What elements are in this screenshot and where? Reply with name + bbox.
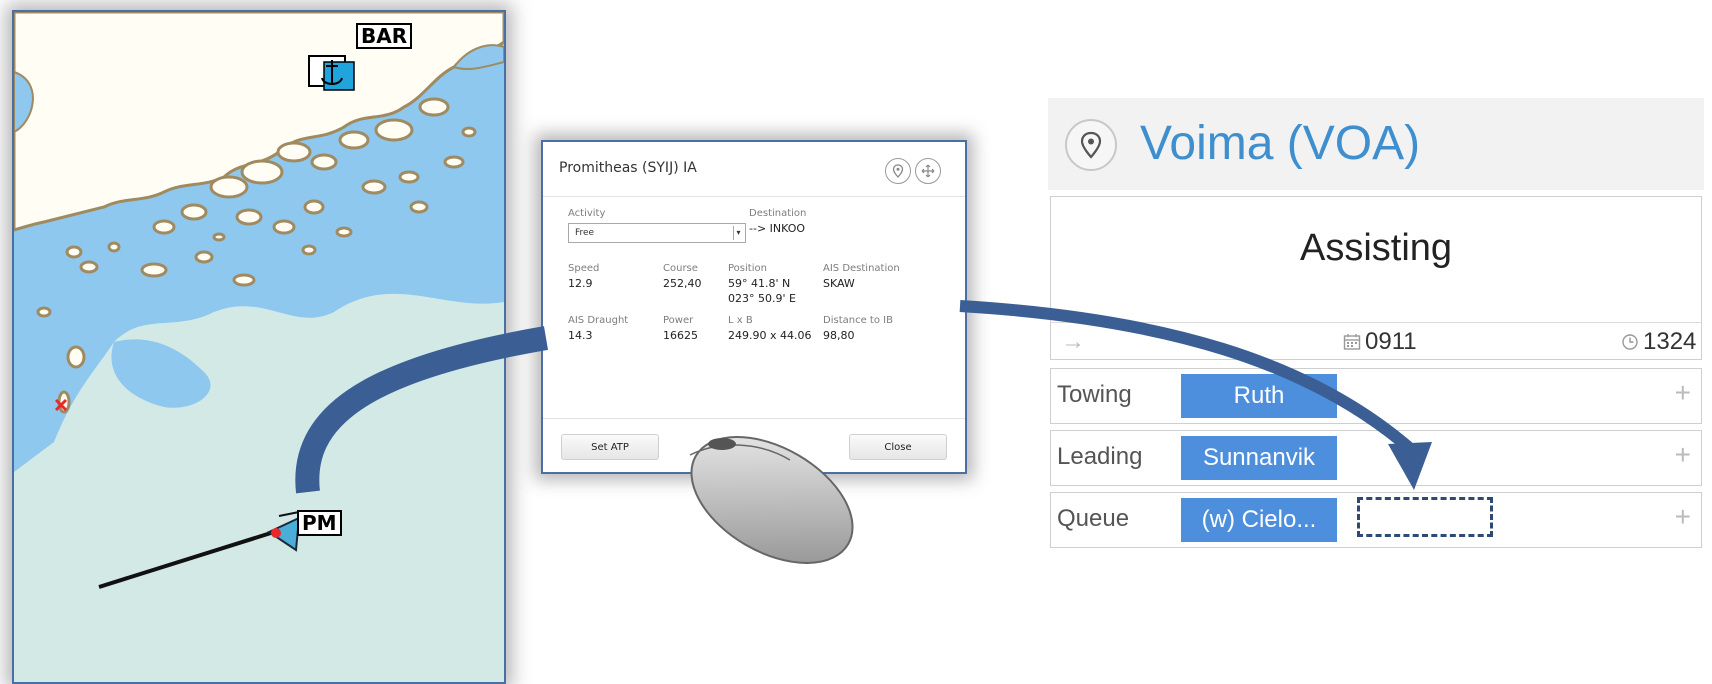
vessel-chip[interactable]: Ruth (1181, 374, 1337, 418)
course-value: 252,40 (663, 277, 702, 290)
map-pin-button[interactable] (885, 158, 911, 184)
locate-button[interactable] (1065, 119, 1117, 171)
add-icon[interactable]: + (1675, 439, 1691, 471)
vessel-dialog: Promitheas (SYIJ) IA Activity Free ▾ Des… (541, 140, 967, 474)
distance-to-ib-value: 98,80 (823, 329, 855, 342)
lxb-label: L x B (728, 315, 753, 326)
close-button[interactable]: Close (849, 434, 947, 460)
time-field: 1324 (1621, 328, 1696, 356)
activity-select[interactable]: Free ▾ (568, 223, 746, 243)
map-pin-icon (1080, 131, 1102, 159)
set-atp-button[interactable]: Set ATP (561, 434, 659, 460)
ais-destination-label: AIS Destination (823, 263, 900, 274)
power-label: Power (663, 315, 694, 326)
status-strip: → 0911 1324 (1050, 322, 1702, 360)
dialog-divider (543, 418, 965, 419)
position-label: Position (728, 263, 767, 274)
harbor-label: BAR (356, 23, 413, 49)
position-lat: 59° 41.8' N (728, 277, 791, 290)
ais-draught-value: 14.3 (568, 329, 593, 342)
add-icon[interactable]: + (1675, 377, 1691, 409)
assignment-row-queue: Queue (w) Cielo... + (1050, 492, 1702, 548)
arrow-right-icon: → (1061, 328, 1085, 355)
ship-icon[interactable] (266, 511, 301, 552)
status-box: Assisting (1050, 196, 1702, 328)
chevron-down-icon: ▾ (733, 226, 743, 240)
vessel-chip[interactable]: Sunnanvik (1181, 436, 1337, 480)
assignment-row-leading: Leading Sunnanvik + (1050, 430, 1702, 486)
speed-label: Speed (568, 263, 600, 274)
dialog-divider (543, 196, 965, 197)
clock-icon (1622, 334, 1638, 350)
shallow-water (111, 339, 211, 408)
move-icon (921, 164, 935, 178)
ais-draught-label: AIS Draught (568, 315, 629, 326)
row-label: Queue (1057, 505, 1130, 532)
status-text: Assisting (1299, 227, 1453, 269)
add-icon[interactable]: + (1675, 501, 1691, 533)
lxb-value: 249.90 x 44.06 (728, 329, 812, 342)
map-chart[interactable] (14, 12, 504, 682)
distance-to-ib-label: Distance to IB (823, 315, 893, 326)
position-lon: 023° 50.9' E (728, 292, 796, 305)
drop-target[interactable] (1357, 497, 1493, 537)
date-field: 0911 (1343, 328, 1417, 356)
ais-destination-value: SKAW (823, 277, 855, 290)
time-value: 1324 (1643, 328, 1697, 355)
activity-label: Activity (568, 208, 606, 219)
map-pin-icon (892, 164, 904, 178)
destination-value: --> INKOO (749, 222, 806, 235)
track-line (98, 530, 275, 589)
calendar-icon (1343, 334, 1361, 350)
icebreaker-panel: Voima (VOA) Assisting → 0911 1324 Towing… (1048, 98, 1704, 558)
destination-label: Destination (749, 208, 807, 219)
dialog-title: Promitheas (SYIJ) IA (559, 160, 697, 176)
assignment-row-towing: Towing Ruth + (1050, 368, 1702, 424)
move-button[interactable] (915, 158, 941, 184)
ship-label: PM (297, 510, 342, 536)
course-label: Course (663, 263, 698, 274)
row-label: Towing (1057, 381, 1132, 408)
nautical-map[interactable]: BAR PM (12, 10, 506, 684)
icebreaker-title: Voima (VOA) (1140, 117, 1421, 170)
speed-value: 12.9 (568, 277, 593, 290)
activity-value: Free (575, 228, 595, 238)
row-label: Leading (1057, 443, 1143, 470)
power-value: 16625 (663, 329, 698, 342)
date-value: 0911 (1365, 328, 1417, 355)
vessel-chip[interactable]: (w) Cielo... (1181, 498, 1337, 542)
icebreaker-header: Voima (VOA) (1048, 98, 1704, 190)
